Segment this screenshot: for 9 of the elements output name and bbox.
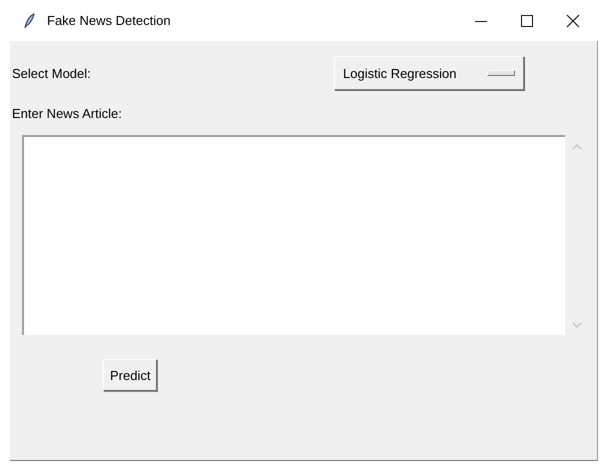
field-label: Select Model: (11, 66, 92, 80)
feather-icon (23, 12, 35, 28)
close-icon[interactable] (566, 14, 580, 28)
window-title: Fake News Detection (47, 13, 171, 28)
field-label: Enter News Article: (11, 106, 123, 121)
dropdown-indicator-icon (487, 70, 515, 76)
model-dropdown[interactable]: Logistic Regression (334, 56, 524, 90)
predict-button[interactable]: Predict (103, 359, 158, 391)
maximize-icon[interactable] (520, 14, 534, 28)
